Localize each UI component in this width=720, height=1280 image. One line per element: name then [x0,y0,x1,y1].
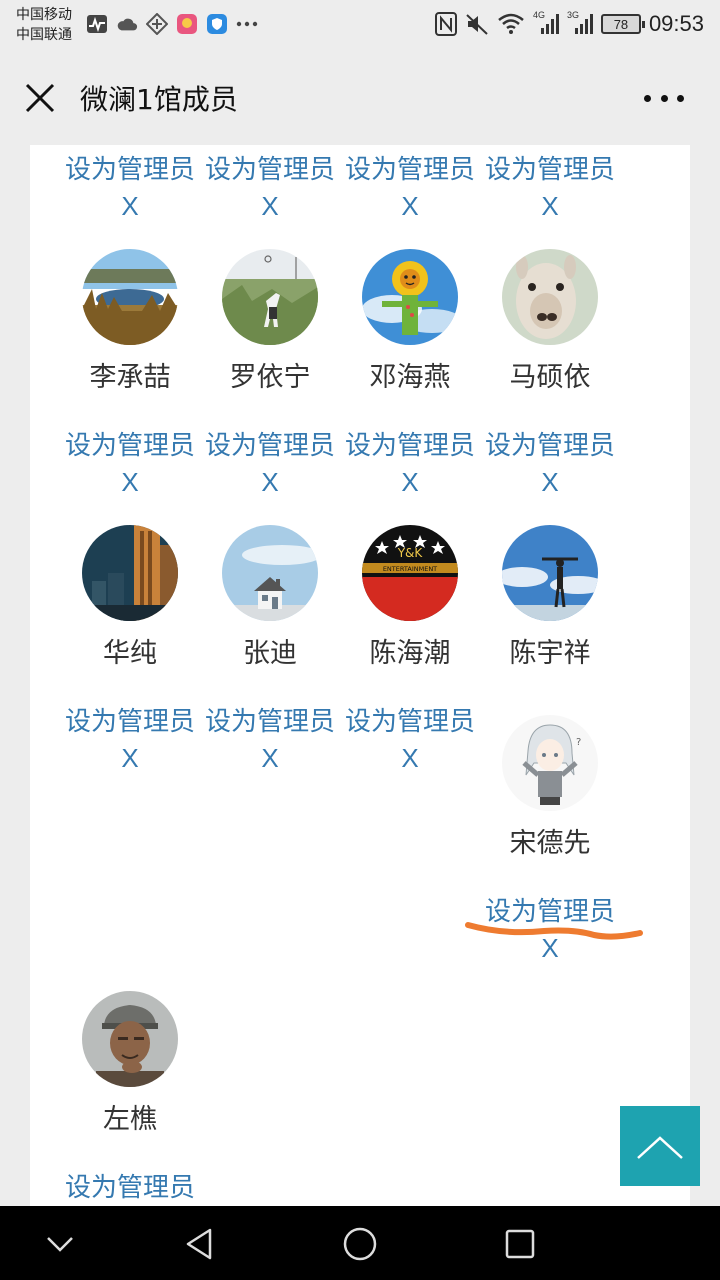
chevron-up-icon [637,1136,683,1159]
member-name: 张迪 [243,638,297,669]
member-name: 陈宇祥 [509,638,591,669]
home-circle-icon [343,1227,377,1261]
yk-logo-subtext: ENTERTAINMENT [383,565,437,573]
recents-square-icon [505,1229,535,1259]
scarecrow-sunflower-image [362,249,458,345]
set-admin-link[interactable]: 设为管理员 [480,149,620,186]
diamond-app-icon [146,13,168,35]
remove-member-link[interactable]: X [60,467,200,498]
member-name: 马硕依 [509,362,591,393]
more-notifications-icon [236,13,258,35]
set-admin-link[interactable]: 设为管理员 [60,425,200,462]
yk-logo-text: Y&K [397,546,424,560]
more-dot [644,94,651,102]
member-avatar[interactable] [502,249,598,345]
notification-icons [86,12,258,36]
remove-member-link[interactable]: X [340,191,480,222]
battery-icon: 78 [600,14,645,34]
carrier-2: 中国联通 [16,27,72,43]
set-admin-link[interactable]: 设为管理员 [200,701,340,738]
set-admin-link[interactable]: 设为管理员 [60,1167,200,1204]
system-nav-bar [0,1206,720,1280]
system-status: 4G 3G 78 09:53 [434,10,704,38]
remove-member-link[interactable]: X [200,191,340,222]
nav-back-button[interactable] [180,1224,220,1264]
set-admin-link[interactable]: 设为管理员 [60,701,200,738]
clock: 09:53 [648,11,704,36]
member-name: 罗依宁 [229,362,311,393]
member-name: 宋德先 [509,828,591,859]
nav-collapse-button[interactable] [40,1224,80,1264]
remove-member-link[interactable]: X [340,467,480,498]
back-triangle-icon [186,1228,212,1260]
remove-member-link[interactable]: X [60,743,200,774]
signal-3g-icon: 3G [566,10,593,36]
member-avatar[interactable]: Y&K ENTERTAINMENT [362,525,458,621]
house-sky-image [222,525,318,621]
lake-landscape-image [82,249,178,345]
member-avatar[interactable] [82,525,178,621]
member-avatar[interactable] [82,249,178,345]
carrier-1: 中国移动 [16,7,72,23]
activity-icon [86,13,108,35]
member-avatar[interactable] [502,525,598,621]
yk-entertainment-logo: Y&K ENTERTAINMENT [362,525,458,621]
remove-member-link[interactable]: X [200,743,340,774]
set-admin-link[interactable]: 设为管理员 [340,425,480,462]
set-admin-link[interactable]: 设为管理员 [480,425,620,462]
member-name: 邓海燕 [369,362,451,393]
set-admin-link[interactable]: 设为管理员 [200,149,340,186]
remove-member-link[interactable]: X [200,467,340,498]
set-admin-link[interactable]: 设为管理员 [340,149,480,186]
close-icon [25,83,55,113]
signal-4g-label: 4G [532,10,545,20]
member-avatar[interactable] [362,249,458,345]
member-avatar[interactable] [82,991,178,1087]
remove-member-link[interactable]: X [60,191,200,222]
member-name: 左樵 [103,1104,157,1135]
member-avatar[interactable] [222,249,318,345]
member-name: 李承喆 [89,362,171,393]
man-cap-portrait-image [82,991,178,1087]
shield-app-icon [206,13,228,35]
remove-member-link[interactable]: X [480,933,620,964]
member-avatar[interactable]: ? [502,715,598,811]
signal-3g-label: 3G [566,10,579,20]
close-button[interactable] [20,78,60,118]
app-header: 微澜1馆成员 [0,50,720,145]
more-dot [677,94,684,102]
back-to-top-button[interactable] [620,1106,700,1186]
mute-icon [466,14,488,35]
member-list: 设为管理员 设为管理员 设为管理员 设为管理员 X X X X 李承喆 罗依宁 … [30,145,690,1206]
chevron-down-icon [47,1237,73,1252]
battery-level: 78 [613,16,629,32]
anime-character-image: ? [502,715,598,811]
alpaca-image [502,249,598,345]
person-sky-image [502,525,598,621]
carrier-labels: 中国移动 中国联通 [16,5,72,45]
wifi-icon [498,13,524,34]
member-name: 华纯 [103,638,157,669]
set-admin-link[interactable]: 设为管理员 [60,149,200,186]
set-admin-link[interactable]: 设为管理员 [340,701,480,738]
nfc-icon [434,12,457,36]
member-avatar[interactable] [222,525,318,621]
remove-member-link[interactable]: X [340,743,480,774]
member-name: 陈海潮 [369,638,451,669]
field-person-image [222,249,318,345]
status-bar: 中国移动 中国联通 4G 3G 78 09:53 [0,0,720,50]
svg-text:?: ? [576,737,581,748]
cloud-icon [116,13,138,35]
page-title: 微澜1馆成员 [80,83,238,116]
remove-member-link[interactable]: X [480,191,620,222]
city-skyline-image [82,525,178,621]
nav-home-button[interactable] [340,1224,380,1264]
nav-recents-button[interactable] [500,1224,540,1264]
remove-member-link[interactable]: X [480,467,620,498]
app-notification-icon [176,13,198,35]
set-admin-link[interactable]: 设为管理员 [200,425,340,462]
signal-4g-icon: 4G [532,10,559,36]
more-dot [660,94,668,102]
more-menu-button[interactable] [644,88,684,108]
